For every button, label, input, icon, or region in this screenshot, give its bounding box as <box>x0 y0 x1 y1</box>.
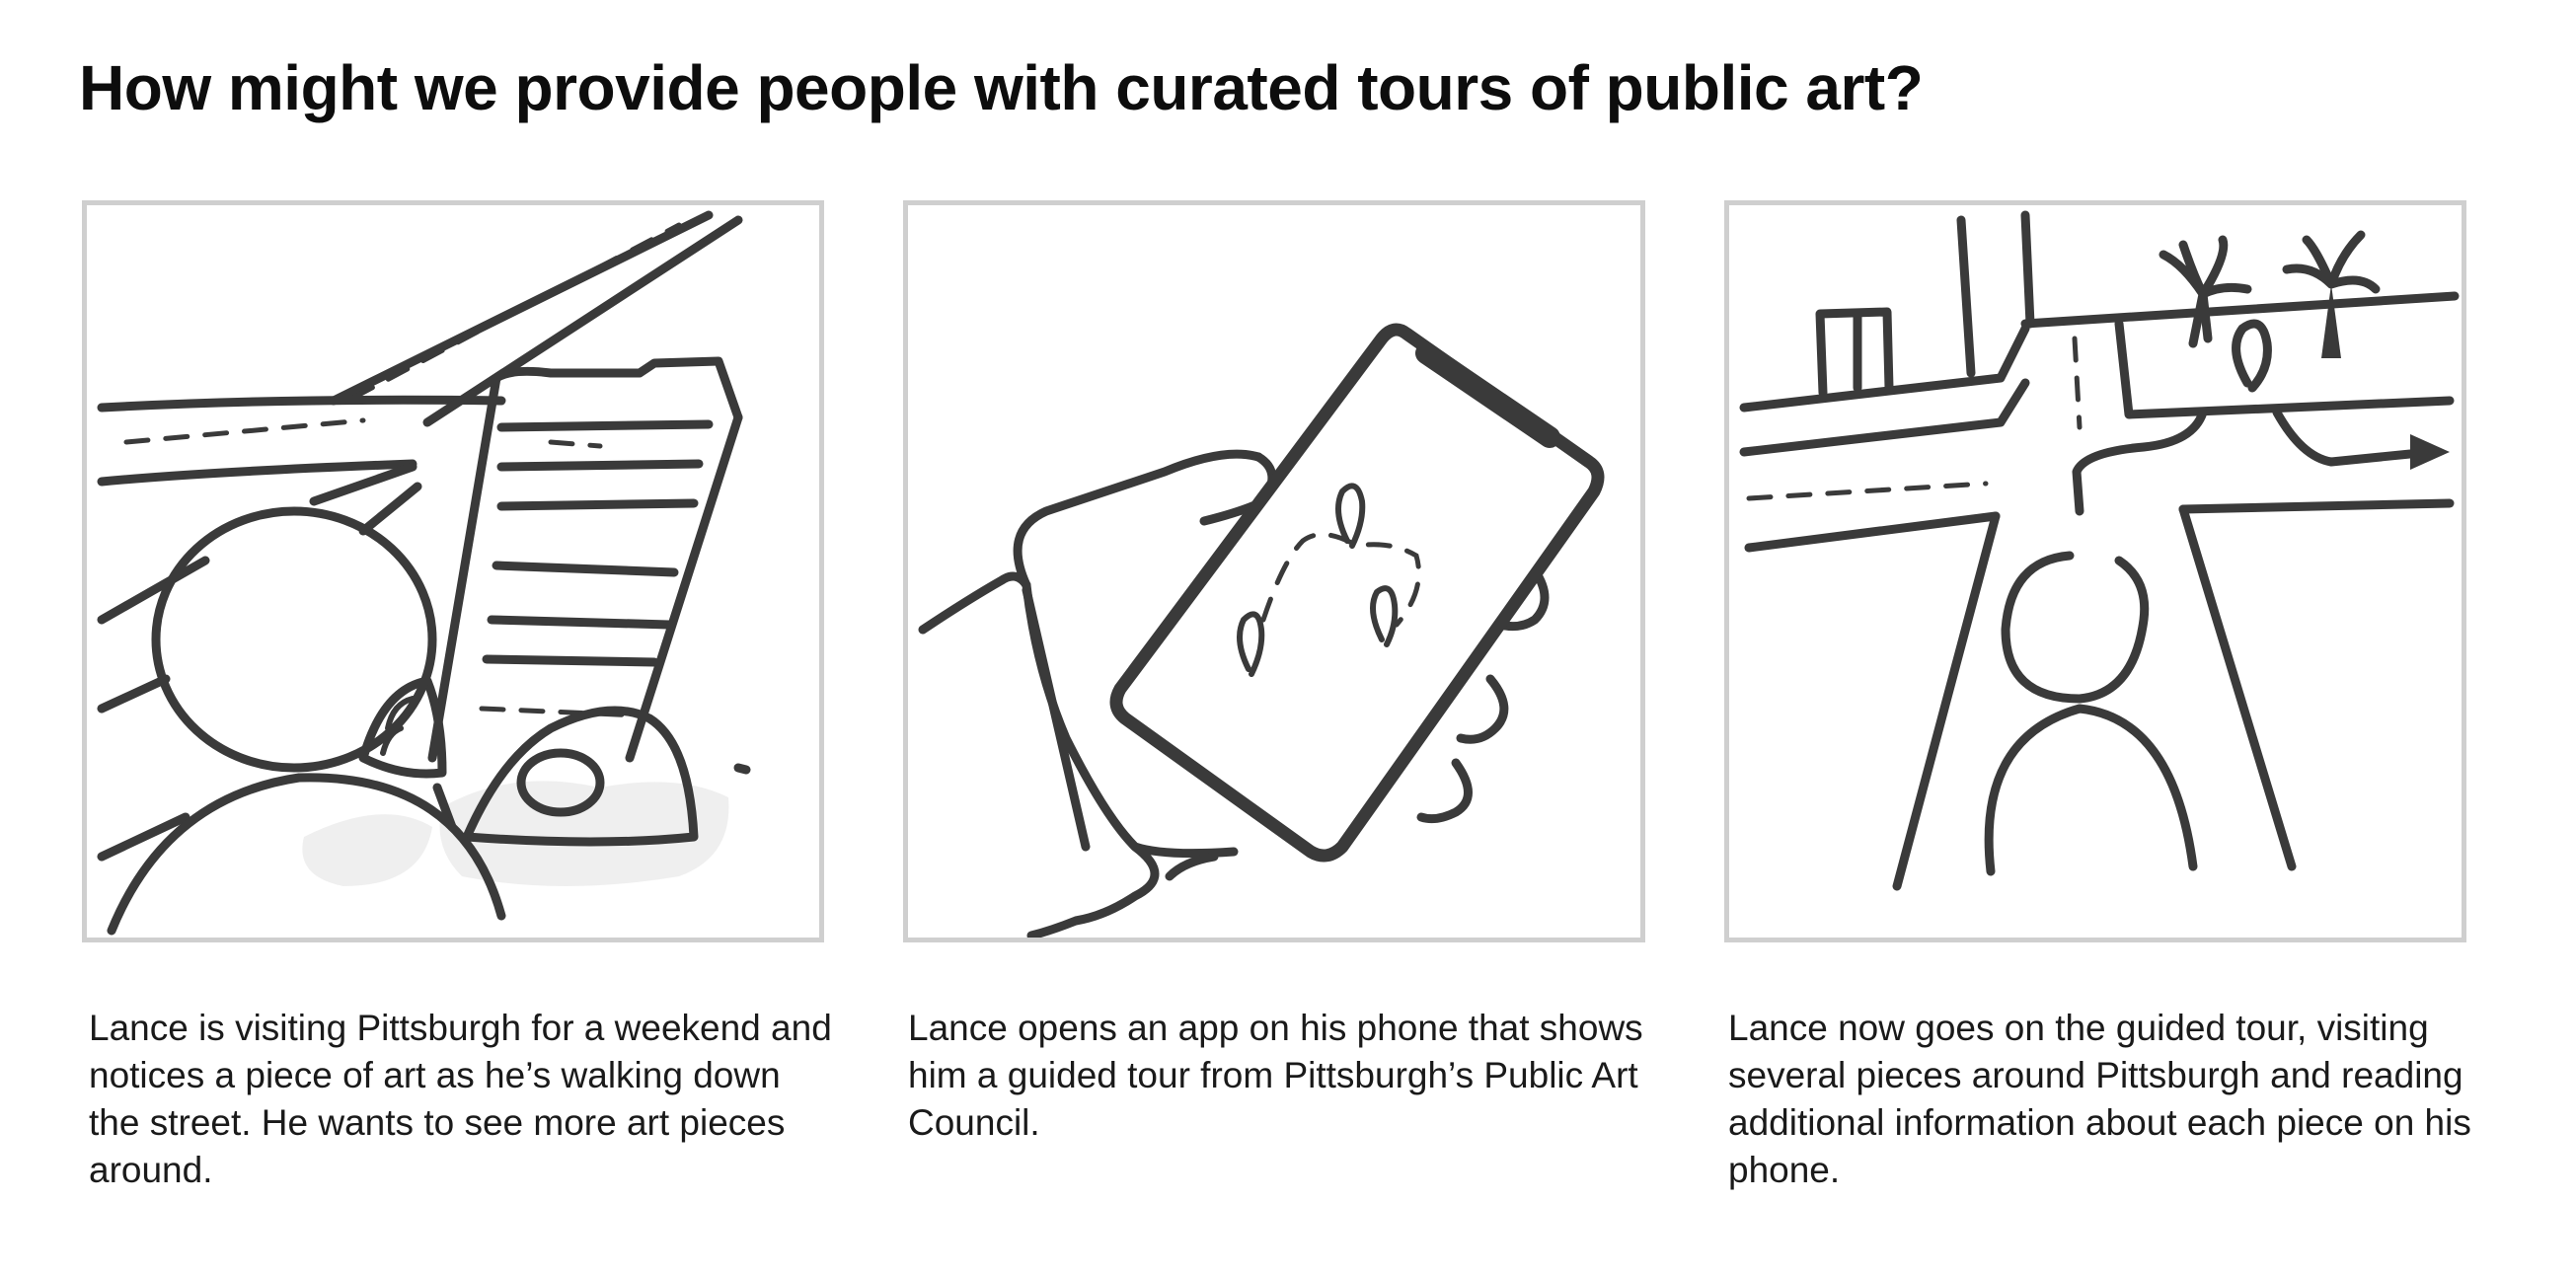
panel-1-caption: Lance is visiting Pittsburgh for a weeke… <box>89 1008 832 1190</box>
person-on-street-sketch-icon <box>97 210 751 936</box>
page-title: How might we provide people with curated… <box>79 52 1924 123</box>
storyboard-panel-1 <box>82 200 824 942</box>
hand-holding-phone-map-sketch-icon <box>918 323 1605 938</box>
storyboard-panel-2 <box>903 200 1645 942</box>
person-at-intersection-sketch-icon <box>1739 210 2460 891</box>
panel-2-caption: Lance opens an app on his phone that sho… <box>908 1008 1643 1143</box>
panel-3-caption: Lance now goes on the guided tour, visit… <box>1728 1008 2471 1190</box>
storyboard-panel-3 <box>1724 200 2466 942</box>
